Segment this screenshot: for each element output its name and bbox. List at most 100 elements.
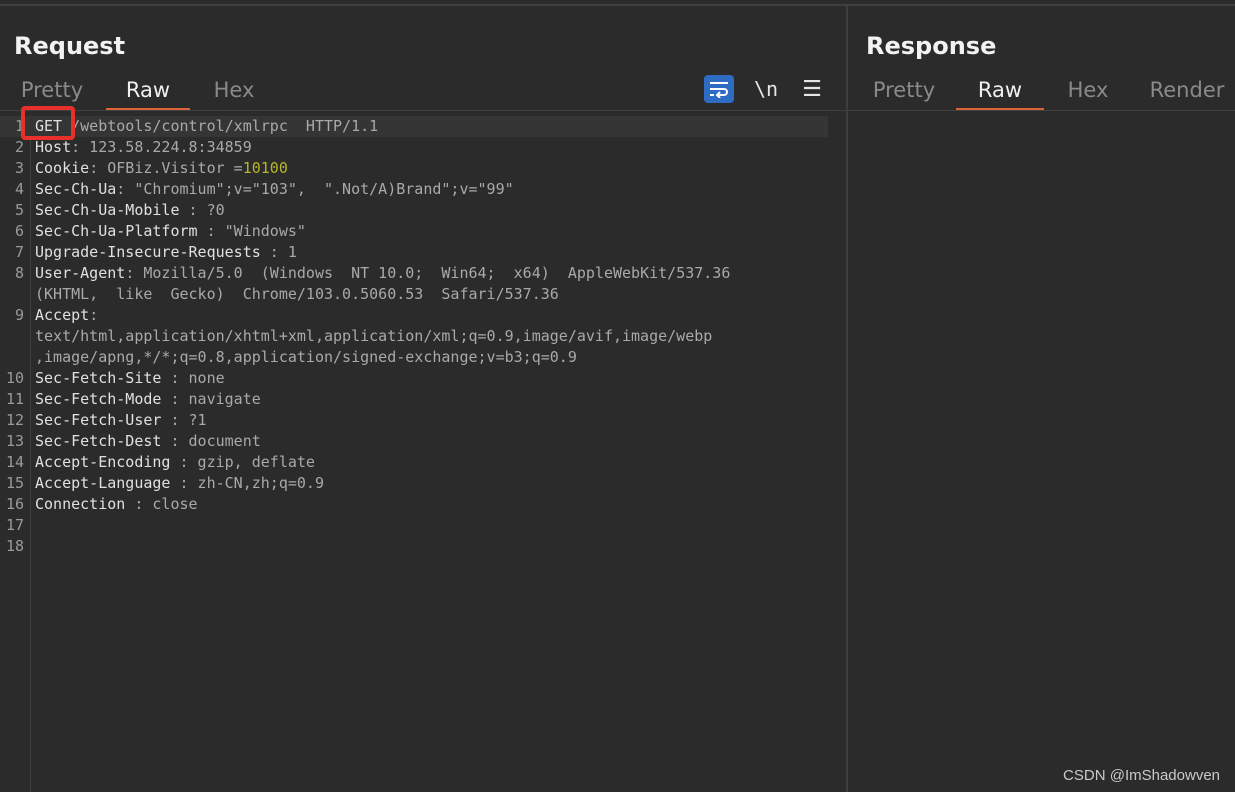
line-code: Sec-Fetch-Dest : document	[35, 431, 261, 452]
line-code: Cookie: OFBiz.Visitor =10100	[35, 158, 288, 179]
line-code: Accept-Language : zh-CN,zh;q=0.9	[35, 473, 324, 494]
header-name: Sec-Ch-Ua-Platform	[35, 222, 198, 240]
header-value: : "Windows"	[197, 222, 306, 240]
request-editor[interactable]: 1 GET /webtools/control/xmlrpc HTTP/1.1 2 H…	[0, 114, 846, 792]
line-number: 16	[5, 495, 24, 513]
line-number: 3	[14, 159, 24, 177]
header-name: Cookie	[35, 159, 90, 177]
request-tab-pretty[interactable]: Pretty	[14, 74, 90, 108]
response-tab-render[interactable]: Render	[1142, 74, 1232, 108]
header-value: ,image/apng,*/*;q=0.8,application/signed…	[35, 348, 577, 366]
word-wrap-icon[interactable]	[704, 75, 734, 103]
line-number: 14	[5, 453, 24, 471]
editor-line[interactable]: 3 Cookie: OFBiz.Visitor =10100	[0, 158, 828, 179]
line-code: Sec-Ch-Ua-Platform : "Windows"	[35, 221, 306, 242]
header-value: : 123.58.224.8:34859	[71, 138, 252, 156]
header-value: : navigate	[161, 390, 261, 408]
editor-line[interactable]: 11 Sec-Fetch-Mode : navigate	[0, 389, 828, 410]
editor-line[interactable]: text/html,application/xhtml+xml,applicat…	[0, 326, 828, 347]
request-tabs-underline	[0, 110, 846, 111]
response-tab-pretty[interactable]: Pretty	[866, 74, 942, 108]
header-value: /webtools/control/xmlrpc HTTP/1.1	[62, 117, 379, 135]
highlight-annotation-box	[21, 106, 75, 140]
editor-line[interactable]: 15 Accept-Language : zh-CN,zh;q=0.9	[0, 473, 828, 494]
editor-line[interactable]: 6 Sec-Ch-Ua-Platform : "Windows"	[0, 221, 828, 242]
editor-line[interactable]: 10 Sec-Fetch-Site : none	[0, 368, 828, 389]
line-number: 18	[5, 537, 24, 555]
header-value: : OFBiz.Visitor =	[89, 159, 243, 177]
editor-line[interactable]: 4 Sec-Ch-Ua: "Chromium";v="103", ".Not/A)…	[0, 179, 828, 200]
line-number: 8	[14, 264, 24, 282]
response-tabs: Pretty Raw Hex Render	[848, 74, 1235, 111]
editor-line[interactable]: 9 Accept:	[0, 305, 828, 326]
line-code: (KHTML, like Gecko) Chrome/103.0.5060.53…	[35, 284, 559, 305]
header-value: : close	[125, 495, 198, 513]
line-code: Connection : close	[35, 494, 198, 515]
show-newlines-button[interactable]: \n	[751, 75, 781, 103]
response-tab-raw[interactable]: Raw	[956, 74, 1044, 111]
editor-line[interactable]: 16 Connection : close	[0, 494, 828, 515]
header-name: Sec-Ch-Ua	[35, 180, 117, 198]
line-number: 15	[5, 474, 24, 492]
watermark: CSDN @ImShadowven	[1063, 767, 1220, 784]
top-border	[0, 4, 1235, 6]
line-number: 10	[5, 369, 24, 387]
header-value: : none	[161, 369, 225, 387]
line-code: Upgrade-Insecure-Requests : 1	[35, 242, 297, 263]
header-name: Accept	[35, 306, 90, 324]
header-value: :	[89, 306, 99, 324]
editor-line[interactable]: 8 User-Agent: Mozilla/5.0 (Windows NT 10.…	[0, 263, 828, 284]
editor-line[interactable]: 7 Upgrade-Insecure-Requests : 1	[0, 242, 828, 263]
line-code: GET /webtools/control/xmlrpc HTTP/1.1	[35, 116, 378, 137]
editor-line[interactable]: (KHTML, like Gecko) Chrome/103.0.5060.53…	[0, 284, 828, 305]
header-name: Connection	[35, 495, 126, 513]
line-code: User-Agent: Mozilla/5.0 (Windows NT 10.0…	[35, 263, 730, 284]
header-value: : Mozilla/5.0 (Windows NT 10.0; Win64; x…	[125, 264, 731, 282]
hamburger-menu-icon[interactable]: ☰	[797, 75, 827, 103]
editor-line[interactable]: 1 GET /webtools/control/xmlrpc HTTP/1.1	[0, 116, 828, 137]
line-number: 17	[5, 516, 24, 534]
editor-line[interactable]: 17	[0, 515, 828, 536]
editor-line[interactable]: 13 Sec-Fetch-Dest : document	[0, 431, 828, 452]
header-value: : 1	[260, 243, 297, 261]
editor-line[interactable]: 14 Accept-Encoding : gzip, deflate	[0, 452, 828, 473]
line-code: Accept-Encoding : gzip, deflate	[35, 452, 315, 473]
line-number: 13	[5, 432, 24, 450]
pane-divider[interactable]	[846, 6, 848, 792]
header-name: Accept-Encoding	[35, 453, 171, 471]
header-value: : ?1	[161, 411, 207, 429]
header-name: Sec-Fetch-Site	[35, 369, 162, 387]
line-number: 4	[14, 180, 24, 198]
header-name: Sec-Fetch-Dest	[35, 432, 162, 450]
header-value: : ?0	[179, 201, 225, 219]
cookie-value: 10100	[242, 159, 288, 177]
line-code: text/html,application/xhtml+xml,applicat…	[35, 326, 712, 347]
editor-line[interactable]: 5 Sec-Ch-Ua-Mobile : ?0	[0, 200, 828, 221]
editor-line[interactable]: 18	[0, 536, 828, 557]
line-code: Sec-Ch-Ua-Mobile : ?0	[35, 200, 225, 221]
request-tab-raw[interactable]: Raw	[106, 74, 190, 111]
header-value: text/html,application/xhtml+xml,applicat…	[35, 327, 713, 345]
header-value: : gzip, deflate	[170, 453, 315, 471]
header-value: (KHTML, like Gecko) Chrome/103.0.5060.53…	[35, 285, 559, 303]
editor-line[interactable]: 2 Host: 123.58.224.8:34859	[0, 137, 828, 158]
line-number: 9	[14, 306, 24, 324]
editor-line[interactable]: 12 Sec-Fetch-User : ?1	[0, 410, 828, 431]
line-code: Sec-Ch-Ua: "Chromium";v="103", ".Not/A)B…	[35, 179, 514, 200]
request-title: Request	[14, 32, 126, 60]
line-code: Sec-Fetch-Site : none	[35, 368, 225, 389]
request-tab-hex[interactable]: Hex	[202, 74, 266, 108]
header-name: User-Agent	[35, 264, 126, 282]
line-number: 12	[5, 411, 24, 429]
header-name: Host	[35, 138, 72, 156]
line-number: 5	[14, 201, 24, 219]
header-value: : "Chromium";v="103", ".Not/A)Brand";v="…	[116, 180, 514, 198]
response-tab-hex[interactable]: Hex	[1058, 74, 1118, 108]
response-title: Response	[866, 32, 997, 60]
line-code: Sec-Fetch-Mode : navigate	[35, 389, 261, 410]
header-value: : document	[161, 432, 261, 450]
line-code: Accept:	[35, 305, 98, 326]
editor-line[interactable]: ,image/apng,*/*;q=0.8,application/signed…	[0, 347, 828, 368]
line-number: 11	[5, 390, 24, 408]
header-name: Sec-Ch-Ua-Mobile	[35, 201, 180, 219]
